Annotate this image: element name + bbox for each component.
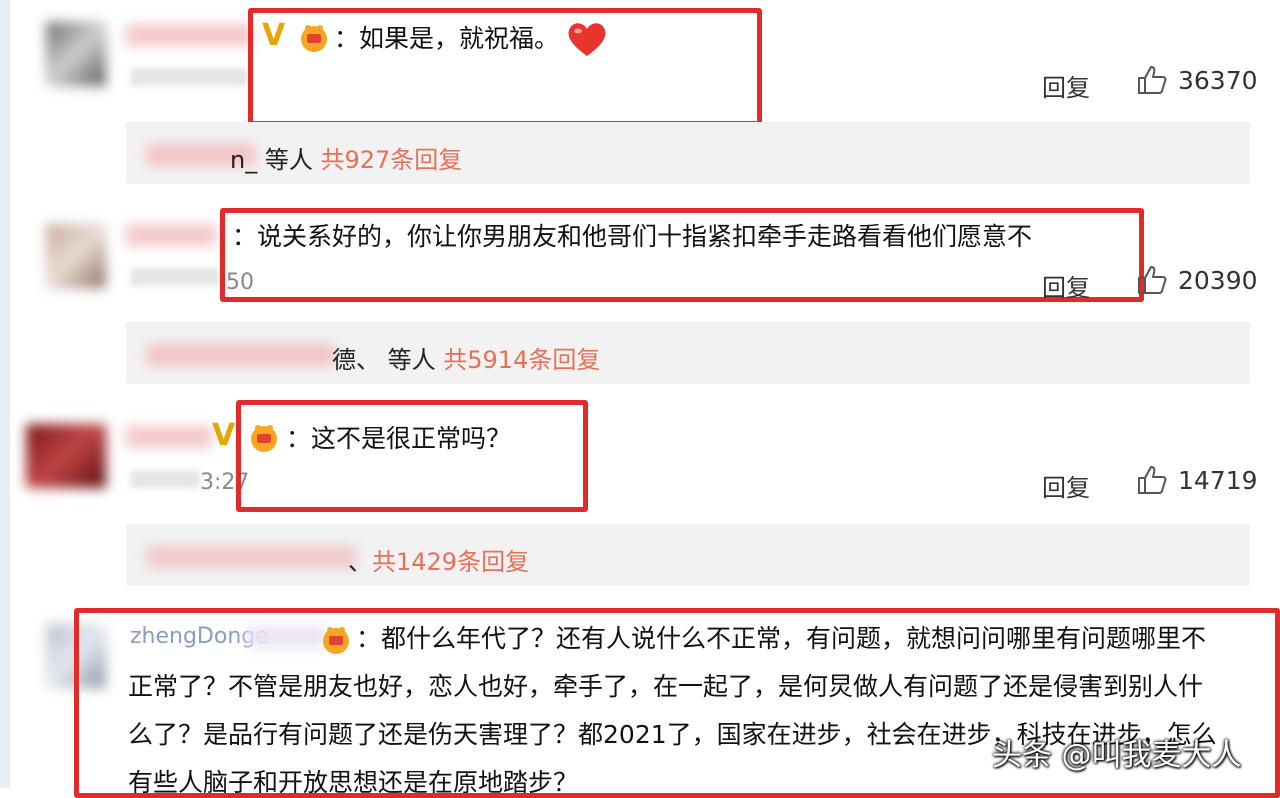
like-count: 36370 xyxy=(1178,65,1258,95)
reply-button[interactable]: 回复 xyxy=(1042,468,1090,503)
sub-username-blurred xyxy=(146,546,356,568)
reply-count-link[interactable]: 共927条回复 xyxy=(320,146,462,174)
sub-name-suffix: 德、 xyxy=(332,346,380,374)
sub-replies-bar[interactable]: n_ 等人 共927条回复 xyxy=(126,122,1250,184)
like-button[interactable]: 36370 xyxy=(1136,64,1258,96)
timestamp-blurred xyxy=(130,68,248,86)
comment-1: V ：如果是，就祝福。 回复 36370 n_ 等人 共927条回复 xyxy=(0,0,1280,200)
avatar[interactable] xyxy=(46,22,106,86)
watermark: 头条 @叫我麦大人 xyxy=(992,738,1242,773)
like-count: 20390 xyxy=(1178,265,1258,295)
reply-button[interactable]: 回复 xyxy=(1042,268,1090,303)
timestamp-blurred xyxy=(130,268,220,286)
highlight-box xyxy=(220,208,1144,302)
sub-reply-summary: n_ 等人 共927条回复 xyxy=(230,140,462,175)
avatar[interactable] xyxy=(46,224,106,288)
like-button[interactable]: 20390 xyxy=(1136,264,1258,296)
highlight-box xyxy=(248,8,762,126)
timestamp-blurred xyxy=(130,470,200,488)
username-blurred[interactable] xyxy=(126,426,212,448)
sub-reply-summary: 德、 等人 共5914条回复 xyxy=(332,340,600,375)
sub-username-blurred xyxy=(146,344,336,366)
username-blurred[interactable] xyxy=(126,24,252,46)
highlight-box xyxy=(236,400,588,512)
sub-mid: 等人 xyxy=(380,346,444,374)
sub-name-suffix: n_ xyxy=(230,146,258,174)
thumbs-up-icon xyxy=(1138,266,1167,294)
thumbs-up-icon xyxy=(1138,66,1167,94)
username-blurred[interactable] xyxy=(126,224,216,246)
sub-replies-bar[interactable]: 德、 等人 共5914条回复 xyxy=(126,322,1250,384)
v-badge-icon: V xyxy=(212,418,236,453)
thumbs-up-icon xyxy=(1138,466,1167,494)
comment-2: ：说关系好的，你让你男朋友和他哥们十指紧扣牵手走路看看他们愿意不 50 回复 2… xyxy=(0,200,1280,400)
like-button[interactable]: 14719 xyxy=(1136,464,1258,496)
comment-3: V ：这不是很正常吗？ 3:27 回复 14719 、共1429条回复 xyxy=(0,400,1280,602)
like-count: 14719 xyxy=(1178,465,1258,495)
sub-reply-summary: 、共1429条回复 xyxy=(348,542,529,577)
sub-mid: 等人 xyxy=(257,146,321,174)
sub-replies-bar[interactable]: 、共1429条回复 xyxy=(126,524,1250,586)
avatar[interactable] xyxy=(26,424,106,488)
reply-count-link[interactable]: 共1429条回复 xyxy=(372,548,529,576)
reply-count-link[interactable]: 共5914条回复 xyxy=(443,346,600,374)
sub-name-suffix: 、 xyxy=(348,548,372,576)
reply-button[interactable]: 回复 xyxy=(1042,68,1090,103)
